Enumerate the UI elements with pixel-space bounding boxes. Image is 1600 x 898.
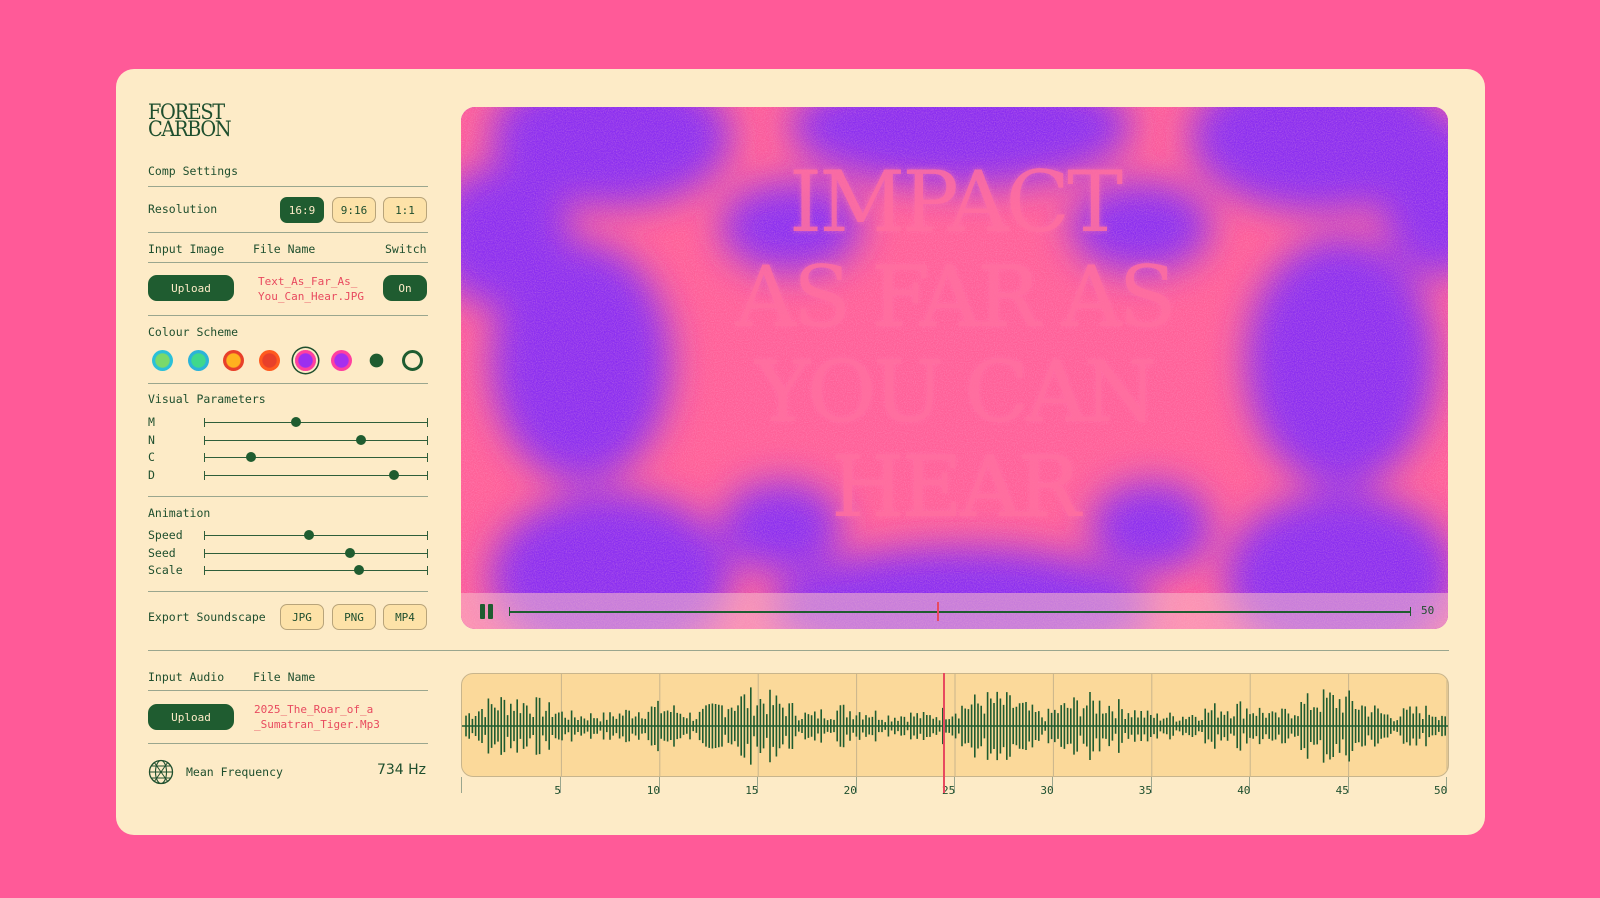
colour-swatch-2[interactable]	[187, 350, 209, 371]
animation-speed-label: Speed	[148, 528, 183, 542]
axis-tick-label: 20	[843, 784, 857, 797]
axis-tick-label: 30	[1040, 784, 1054, 797]
export-soundscape-label: Export Soundscape	[148, 610, 266, 624]
visual-c-track[interactable]	[204, 453, 428, 462]
resolution-1-1-button[interactable]: 1:1	[383, 197, 427, 223]
export-jpg-button[interactable]: JPG	[280, 604, 324, 630]
audio-waveform[interactable]	[461, 673, 1449, 777]
headline-line-1: IMPACT	[789, 153, 1123, 251]
visual-d-thumb[interactable]	[389, 469, 400, 480]
animation-scale-label: Scale	[148, 563, 183, 577]
visual-m-track[interactable]	[204, 418, 428, 427]
axis-tick-label: 5	[554, 784, 562, 797]
headline-line-3: YOU CAN	[754, 343, 1157, 441]
axis-tick-label: 35	[1138, 784, 1153, 797]
animation-scale-track[interactable]	[204, 566, 428, 575]
colour-swatch-4[interactable]	[259, 350, 281, 371]
divider	[148, 690, 428, 691]
visual-n-label: N	[148, 432, 155, 447]
visual-n-thumb[interactable]	[355, 434, 366, 445]
audio-file-name-line-1: 2025_The_Roar_of_a	[254, 703, 374, 716]
visual-parameters-title: Visual Parameters	[148, 392, 266, 406]
visual-m-slider[interactable]: M	[148, 415, 428, 429]
mean-frequency-label: Mean Frequency	[186, 765, 283, 779]
comp-settings-title: Comp Settings	[148, 164, 239, 178]
visual-c-thumb[interactable]	[246, 452, 257, 462]
axis-tick-label: 40	[1237, 784, 1251, 797]
divider	[148, 315, 428, 316]
file-name-header: File Name	[253, 242, 316, 256]
globe-icon	[148, 759, 174, 785]
animation-seed-thumb[interactable]	[344, 547, 355, 558]
axis-tick-label: 50	[1434, 784, 1448, 797]
pause-icon[interactable]	[480, 604, 494, 619]
divider	[148, 591, 428, 592]
resolution-16-9-button[interactable]: 16:9	[280, 197, 324, 223]
colour-scheme-title: Colour Scheme	[148, 325, 239, 339]
upload-image-button[interactable]: Upload	[148, 275, 234, 301]
image-file-name-line-1: Text_As_Far_As_	[258, 275, 358, 288]
timeline-end-label: 50	[1421, 604, 1435, 617]
animation-title: Animation	[148, 506, 211, 520]
animation-speed-track[interactable]	[204, 531, 428, 540]
audio-file-name-header: File Name	[253, 670, 316, 684]
image-file-name-line-2: You_Can_Hear.JPG	[258, 290, 364, 303]
visual-m-thumb[interactable]	[290, 417, 301, 427]
upload-audio-button[interactable]: Upload	[148, 704, 234, 730]
divider	[148, 232, 428, 233]
image-switch-toggle[interactable]: On	[383, 275, 427, 301]
visual-c-label: C	[148, 450, 155, 464]
timeline-track[interactable]	[509, 602, 1411, 621]
visual-c-slider[interactable]: C	[148, 450, 428, 464]
headline-line-4: HEAR	[831, 438, 1080, 536]
visual-d-slider[interactable]: D	[148, 468, 428, 482]
headline-line-2: AS FAR AS	[735, 248, 1177, 346]
visual-n-track[interactable]	[204, 435, 428, 445]
mean-frequency-value: 734 Hz	[376, 762, 426, 778]
axis-tick-label: 10	[646, 784, 661, 797]
divider	[148, 383, 428, 384]
divider	[148, 262, 428, 263]
divider	[148, 186, 428, 187]
colour-swatch-6[interactable]	[330, 350, 352, 371]
animation-scale-slider[interactable]: Scale	[148, 563, 428, 577]
animation-speed-slider[interactable]: Speed	[148, 528, 428, 542]
axis-tick-label: 45	[1335, 784, 1349, 797]
playback-controls: 50	[461, 593, 1448, 629]
colour-swatch-1[interactable]	[152, 350, 173, 371]
input-image-header: Input Image	[148, 242, 225, 256]
image-file-name: Text_As_Far_As_ You_Can_Hear.JPG	[258, 274, 364, 304]
divider	[148, 496, 428, 497]
video-preview[interactable]: IMPACT AS FAR AS YOU CAN HEAR 50	[461, 107, 1448, 629]
animation-scale-thumb[interactable]	[353, 565, 364, 575]
logo-line-2: CARBON	[148, 117, 232, 141]
divider	[148, 743, 428, 744]
export-png-button[interactable]: PNG	[332, 604, 376, 630]
visual-n-slider[interactable]: N	[148, 433, 428, 447]
visual-m-label: M	[148, 415, 155, 429]
waveform-playhead[interactable]	[943, 673, 945, 793]
forest-carbon-logo: FOREST CARBON	[148, 102, 232, 141]
animation-seed-track[interactable]	[204, 548, 428, 558]
animation-seed-label: Seed	[148, 545, 176, 560]
audio-file-name: 2025_The_Roar_of_a _Sumatran_Tiger.Mp3	[254, 702, 380, 732]
colour-swatch-8[interactable]	[401, 350, 423, 371]
section-divider	[148, 650, 1449, 651]
export-mp4-button[interactable]: MP4	[383, 604, 427, 630]
colour-swatch-5[interactable]	[294, 350, 316, 371]
timeline-playhead[interactable]	[937, 602, 939, 621]
animation-speed-thumb[interactable]	[304, 530, 315, 540]
resolution-9-16-button[interactable]: 9:16	[332, 197, 376, 223]
switch-header: Switch	[385, 242, 427, 256]
waveform-graphic	[462, 674, 1448, 776]
audio-file-name-line-2: _Sumatran_Tiger.Mp3	[254, 718, 380, 731]
visual-d-label: D	[148, 467, 155, 482]
resolution-label: Resolution	[148, 202, 218, 216]
input-audio-header: Input Audio	[148, 670, 225, 684]
axis-tick-label: 15	[745, 784, 759, 797]
animation-seed-slider[interactable]: Seed	[148, 546, 428, 560]
axis-tick-mark	[461, 777, 462, 793]
